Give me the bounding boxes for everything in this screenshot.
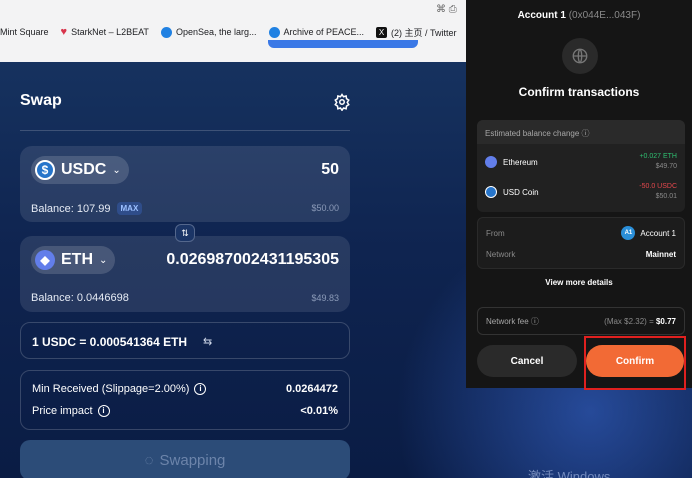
gear-icon[interactable] bbox=[333, 93, 351, 111]
min-received-value: 0.0264472 bbox=[286, 383, 338, 395]
from-label: From bbox=[486, 228, 505, 238]
swap-button[interactable]: ◌ Swapping bbox=[20, 440, 350, 478]
wallet-popup: Account 1 (0x044E...043F) Confirm transa… bbox=[466, 0, 692, 388]
bookmark-label: OpenSea, the larg... bbox=[175, 27, 257, 37]
eth-icon bbox=[485, 156, 497, 168]
from-row: From A1 Account 1 bbox=[486, 226, 676, 240]
network-row: Network Mainnet bbox=[486, 250, 676, 259]
price-impact-row: Price impact i <0.01% bbox=[32, 403, 338, 419]
eth-icon: ◆ bbox=[35, 250, 55, 270]
balance-change-row-eth: Ethereum +0.027 ETH $49.70 bbox=[485, 152, 677, 172]
to-balance: Balance: 0.0446698 bbox=[31, 292, 129, 304]
network-fee-row: Network fee ⓘ (Max $2.32) = $0.77 bbox=[477, 307, 685, 335]
to-amount-output: 0.026987002431195305 bbox=[166, 251, 339, 268]
bookmark-label: StarkNet – L2BEAT bbox=[71, 27, 149, 37]
usdc-icon: $ bbox=[35, 160, 55, 180]
balance-change-label: Estimated balance change bbox=[485, 129, 580, 138]
price-impact-value: <0.01% bbox=[300, 405, 338, 417]
usdc-change: -50.0 USDC bbox=[639, 183, 677, 190]
token-name: USD Coin bbox=[503, 187, 539, 197]
from-balance: Balance: 107.99 MAX bbox=[31, 202, 143, 215]
exchange-rate-box: 1 USDC = 0.000541364 ETH ⇆ bbox=[20, 322, 350, 359]
from-usd-value: $50.00 bbox=[311, 203, 339, 213]
trade-info-box: Min Received (Slippage=2.00%) i 0.026447… bbox=[20, 370, 350, 430]
min-received-label: Min Received (Slippage=2.00%) bbox=[32, 383, 190, 395]
to-usd-value: $49.83 bbox=[311, 293, 339, 303]
from-value: Account 1 bbox=[640, 228, 676, 238]
chevron-down-icon: ⌄ bbox=[99, 254, 108, 266]
wallet-header: Account 1 (0x044E...043F) bbox=[466, 0, 692, 30]
divider bbox=[20, 130, 350, 131]
wallet-title: Confirm transactions bbox=[518, 85, 640, 99]
opensea-icon bbox=[160, 26, 172, 38]
info-icon[interactable]: i bbox=[194, 383, 207, 395]
balance-change-header: Estimated balance change ⓘ bbox=[477, 120, 685, 144]
spinner-icon: ◌ bbox=[144, 451, 154, 469]
globe-icon bbox=[562, 38, 598, 74]
info-icon[interactable]: ⓘ bbox=[582, 129, 590, 138]
from-token-name: USDC bbox=[61, 161, 107, 178]
bookmark-item[interactable]: Mint Square bbox=[0, 27, 49, 37]
flip-direction-button[interactable]: ⇅ bbox=[175, 224, 195, 242]
to-token-selector[interactable]: ◆ ETH ⌄ bbox=[31, 246, 116, 274]
usdc-change-usd: $50.01 bbox=[655, 193, 677, 200]
from-token-selector[interactable]: $ USDC ⌄ bbox=[31, 156, 129, 184]
info-icon[interactable]: ⓘ bbox=[531, 317, 539, 326]
exchange-rate: 1 USDC = 0.000541364 ETH bbox=[32, 335, 188, 349]
heart-icon: ♥ bbox=[60, 25, 68, 38]
account-name: Account 1 bbox=[517, 10, 566, 21]
bookmark-item[interactable]: Archive of PEACE... bbox=[268, 26, 365, 38]
page-title: Swap bbox=[20, 92, 62, 109]
tx-details-card: From A1 Account 1 Network Mainnet bbox=[477, 217, 685, 269]
confirm-button[interactable]: Confirm bbox=[586, 345, 684, 377]
max-button[interactable]: MAX bbox=[116, 202, 143, 215]
cancel-button[interactable]: Cancel bbox=[477, 345, 577, 377]
opensea-icon bbox=[268, 26, 280, 38]
balance-change-card: Estimated balance change ⓘ Ethereum +0.0… bbox=[477, 120, 685, 212]
price-impact-label: Price impact bbox=[32, 405, 93, 417]
eth-change: +0.027 ETH bbox=[639, 153, 677, 160]
translate-icon[interactable]: ⌘ ⎙ bbox=[436, 4, 457, 15]
windows-watermark: 激活 Windows bbox=[528, 469, 611, 478]
bookmark-label: Mint Square bbox=[0, 27, 49, 37]
balance-change-row-usdc: USD Coin -50.0 USDC $50.01 bbox=[485, 182, 677, 202]
info-icon[interactable]: i bbox=[97, 405, 110, 417]
bookmark-label: (2) 主页 / Twitter bbox=[391, 27, 457, 38]
from-amount-input[interactable]: 50 bbox=[321, 161, 339, 179]
usdc-icon bbox=[485, 186, 497, 198]
network-label: Network bbox=[486, 250, 516, 259]
avatar: A1 bbox=[621, 226, 636, 240]
swap-button-label: Swapping bbox=[159, 451, 226, 469]
chevron-down-icon: ⌄ bbox=[112, 164, 121, 176]
swap-rate-icon[interactable]: ⇆ bbox=[203, 335, 212, 348]
bookmark-list: Mint Square ♥ StarkNet – L2BEAT OpenSea,… bbox=[0, 23, 501, 41]
min-received-row: Min Received (Slippage=2.00%) i 0.026447… bbox=[32, 381, 338, 397]
bookmark-item[interactable]: OpenSea, the larg... bbox=[160, 26, 257, 38]
bookmark-item[interactable]: X (2) 主页 / Twitter bbox=[376, 26, 457, 39]
to-token-card: ◆ ETH ⌄ 0.026987002431195305 Balance: 0.… bbox=[20, 236, 350, 312]
fee-value: $0.77 bbox=[655, 316, 676, 326]
fee-max: (Max $2.32) = bbox=[604, 316, 654, 326]
to-token-name: ETH bbox=[61, 251, 93, 268]
x-icon: X bbox=[376, 26, 388, 38]
network-value: Mainnet bbox=[645, 250, 676, 259]
fee-label: Network fee bbox=[486, 316, 529, 326]
page-tab-edge bbox=[268, 40, 418, 48]
bookmark-label: Archive of PEACE... bbox=[283, 27, 365, 37]
account-address: (0x044E...043F) bbox=[568, 10, 641, 21]
bookmark-item[interactable]: ♥ StarkNet – L2BEAT bbox=[60, 25, 149, 38]
token-name: Ethereum bbox=[503, 157, 538, 167]
to-balance-text: Balance: 0.0446698 bbox=[31, 292, 129, 304]
eth-change-usd: $49.70 bbox=[655, 163, 677, 170]
from-token-card: $ USDC ⌄ 50 Balance: 107.99 MAX $50.00 bbox=[20, 146, 350, 222]
from-balance-text: Balance: 107.99 bbox=[31, 202, 111, 215]
view-more-details-link[interactable]: View more details bbox=[466, 278, 692, 287]
